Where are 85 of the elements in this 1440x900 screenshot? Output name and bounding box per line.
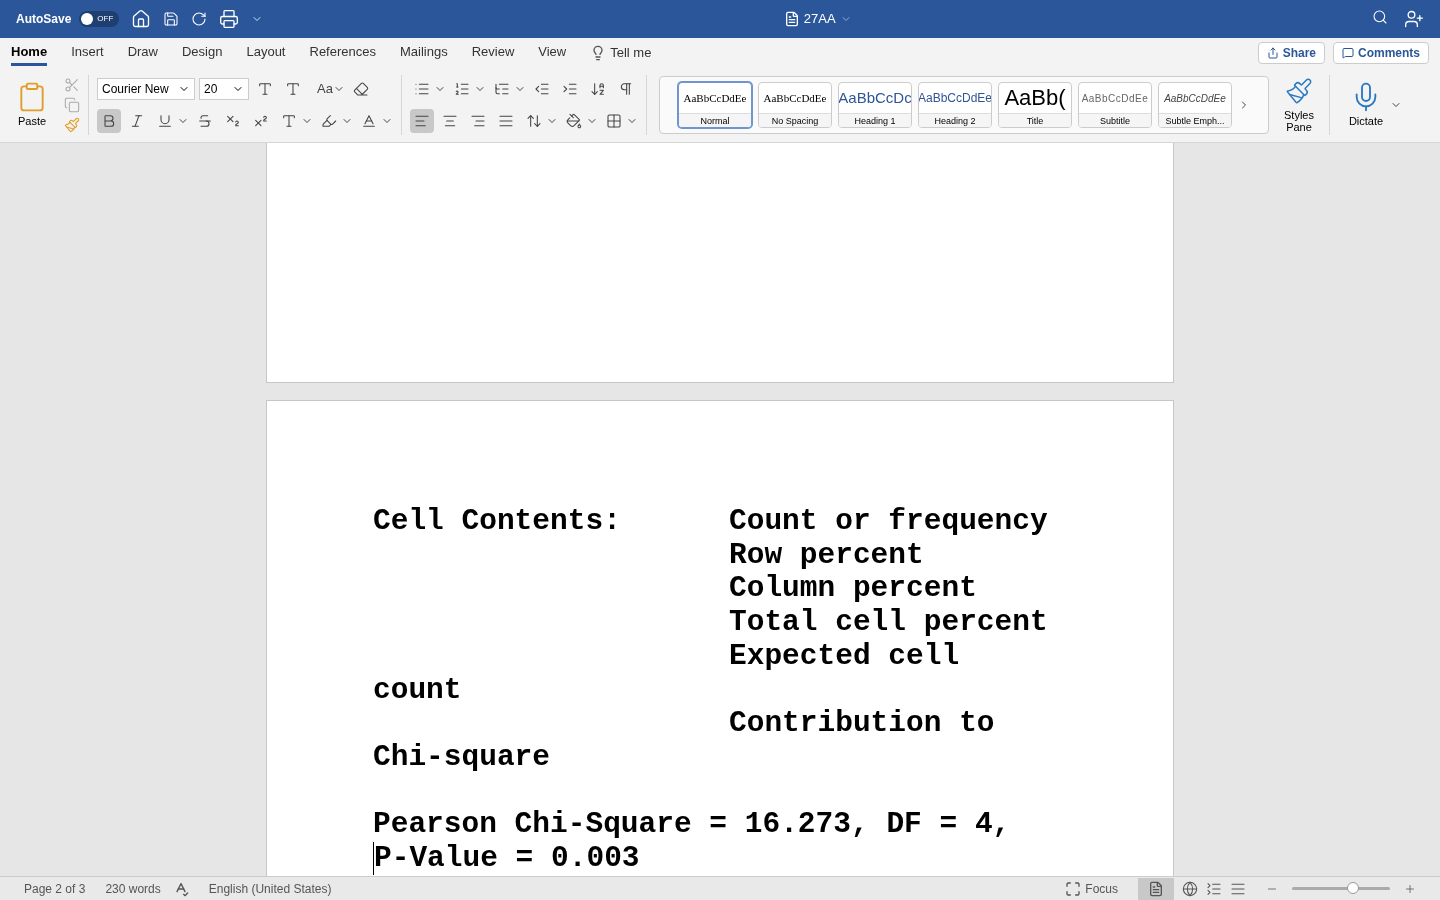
document-icon [783,11,800,27]
highlight-icon [321,113,337,129]
page-icon [1148,880,1164,897]
borders-icon [606,113,622,129]
document-text: Pearson Chi-Square = 16.273, DF = 4, [373,808,1011,842]
focus-icon [1065,880,1082,897]
font-color-icon [361,113,377,129]
shading-icon [566,113,582,129]
tell-me-field[interactable]: Tell me [610,43,652,63]
strikethrough-icon [197,113,213,129]
autosave-toggle[interactable]: OFF [79,11,120,27]
style-option[interactable]: AaBb( Title [998,82,1072,128]
language-label[interactable]: English (United States) [208,879,332,898]
web-layout-icon[interactable] [1182,880,1198,897]
style-option[interactable]: AaBbCcDc Heading 1 [838,82,912,128]
align-center-icon [442,113,458,129]
ribbon-tab[interactable]: Layout [246,40,286,66]
text-cursor [373,842,374,875]
document-text: Row percent [729,538,924,573]
increase-indent-icon [562,81,578,97]
align-right-icon [470,113,486,129]
ribbon-tab[interactable]: Mailings [400,40,448,66]
document-text: Total cell percent [729,606,1048,640]
redo-icon[interactable] [191,11,208,27]
print-layout-button[interactable] [1138,877,1174,900]
ribbon-tab[interactable]: References [309,40,376,66]
align-left-icon [414,113,430,129]
document-text: Column percent [729,572,977,607]
outline-icon[interactable] [1206,880,1222,897]
decrease-indent-icon [534,81,550,97]
document-text: count [373,673,462,708]
style-option[interactable]: AaBbCcDdEe No Spacing [758,82,832,128]
show-marks-icon [618,81,634,97]
sort-icon [590,81,606,97]
ribbon-tab[interactable]: Insert [71,40,104,66]
document-text: Contribution to [729,707,995,741]
document-text: Chi-square [373,740,551,775]
numbering-icon [454,81,470,97]
page-count[interactable]: Page 2 of 3 [24,879,86,898]
text-effects-icon [281,113,297,129]
search-icon[interactable] [1372,9,1388,25]
document-text: P-Value = 0.003 [374,842,640,876]
style-option[interactable]: AaBbCcDdEe Normal [678,82,752,128]
bullets-icon [414,81,430,97]
justify-icon [498,113,514,129]
ribbon-tab[interactable]: Draw [127,40,158,66]
document-title: 27AA [803,10,836,29]
document-text: Cell Contents: [373,505,622,539]
person-icon[interactable] [1404,9,1424,29]
autosave-label: AutoSave [16,11,72,28]
style-option[interactable]: AaBbCcDdEe Subtle Emph... [1158,82,1232,128]
bold-icon [101,113,117,129]
ribbon-tab[interactable]: View [538,40,567,66]
save-icon[interactable] [163,11,180,27]
dictate-button[interactable]: Dictate [1338,80,1394,130]
underline-icon [157,113,173,129]
zoom-in-icon[interactable] [1404,882,1416,895]
font-select[interactable]: Courier New [97,78,195,100]
styles-pane-button[interactable]: Styles Pane [1277,77,1321,133]
share-button[interactable]: Share [1257,42,1325,64]
share-icon [1266,47,1279,59]
zoom-thumb[interactable] [1346,882,1359,894]
focus-button[interactable]: Focus [1065,879,1118,898]
home-icon[interactable] [131,9,152,29]
print-icon[interactable] [219,9,240,29]
subscript-icon [225,113,241,129]
ribbon-tab[interactable]: Review [471,40,515,66]
multilevel-list-icon [494,81,510,97]
speech-bubble-icon [1342,47,1354,59]
style-option[interactable]: AaBbCcDdEe Subtitle [1078,82,1152,128]
ribbon-tab[interactable]: Design [182,40,223,66]
document-text: Expected cell [729,639,960,674]
superscript-icon [253,113,269,129]
change-case-button[interactable]: Aa [317,79,345,99]
ribbon-tab[interactable]: Home [11,40,48,66]
font-size-select[interactable]: 20 [199,78,249,100]
paste-button[interactable]: Paste [8,80,56,130]
word-count[interactable]: 230 words [105,879,161,898]
bold-button[interactable] [97,109,121,133]
italic-icon [129,113,145,129]
align-left-button[interactable] [410,109,434,133]
document-text: Count or frequency [729,505,1048,539]
comments-button[interactable]: Comments [1333,42,1429,64]
brush-icon [1285,77,1313,105]
line-spacing-icon [526,113,542,129]
